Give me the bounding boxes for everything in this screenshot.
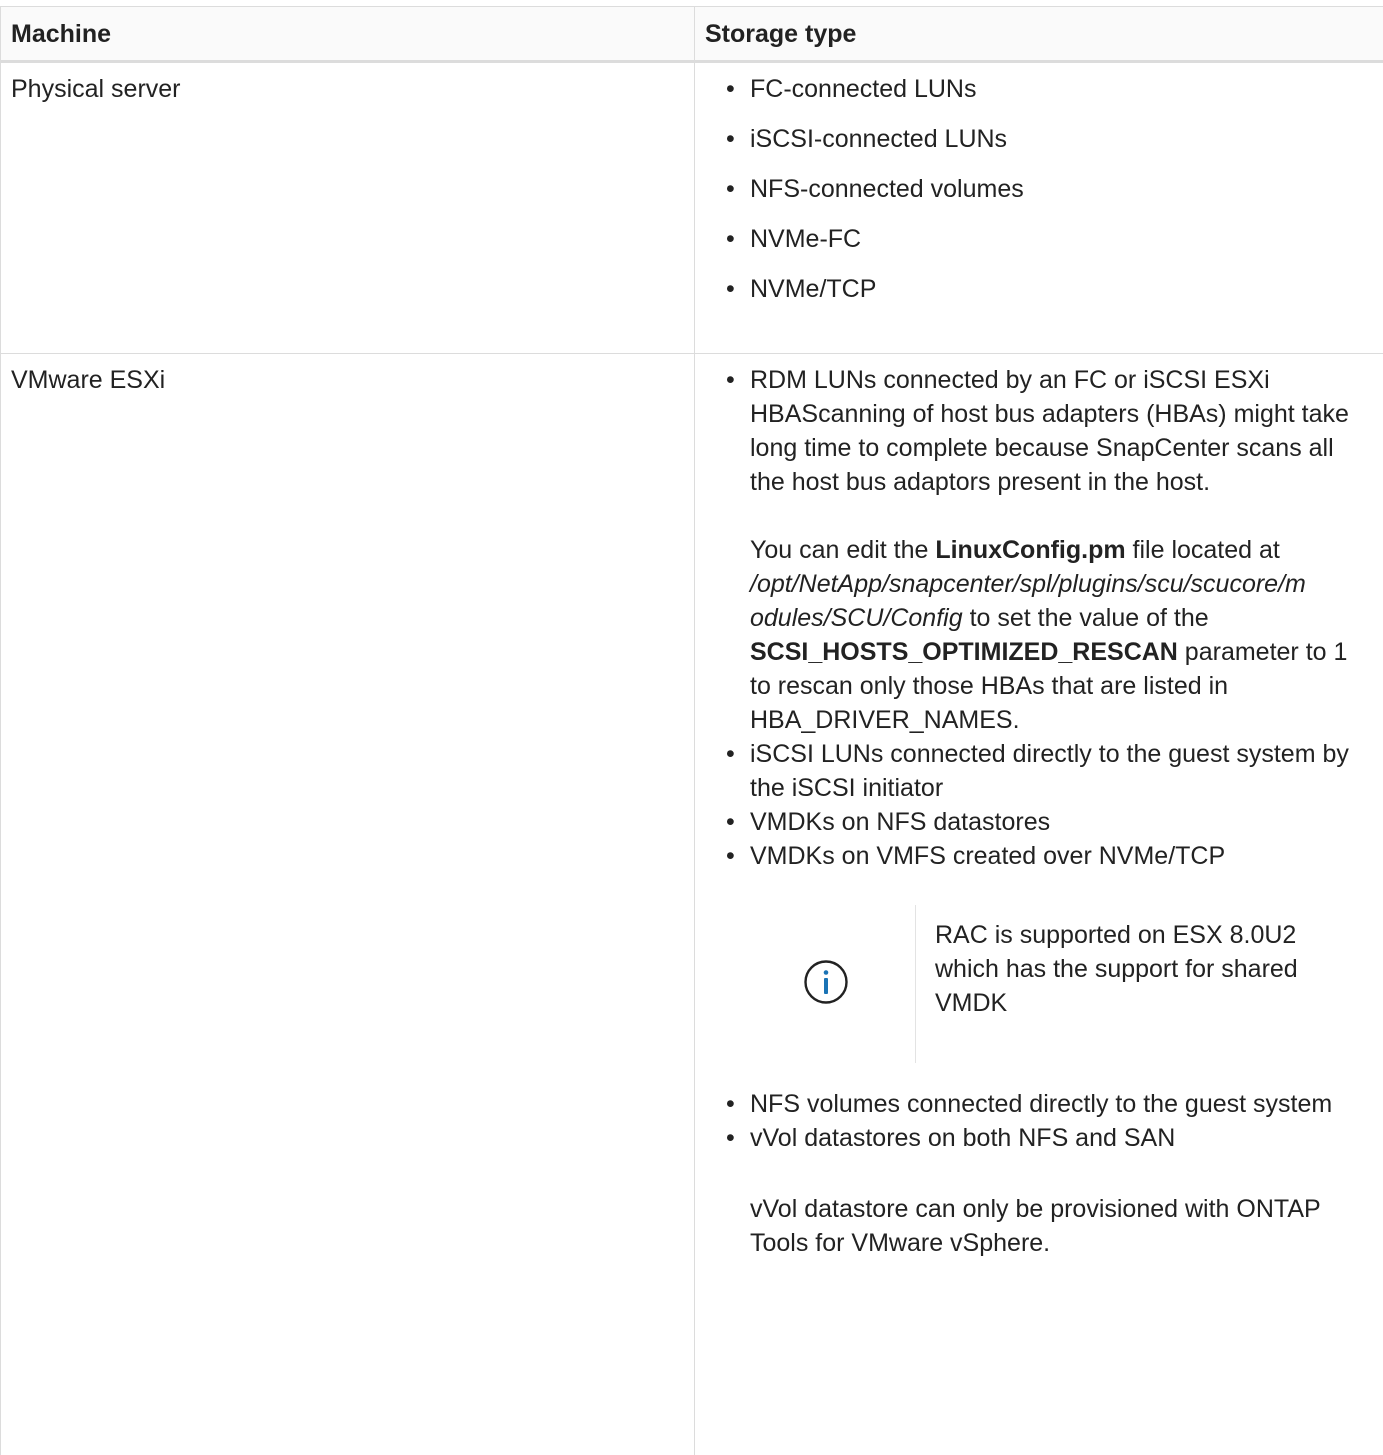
- list-item: •NFS volumes connected directly to the g…: [695, 1087, 1383, 1121]
- header-machine: Machine: [1, 7, 695, 62]
- note-divider: [915, 905, 916, 1063]
- list-item: • RDM LUNs connected by an FC or iSCSI E…: [695, 363, 1383, 737]
- list-item: •iSCSI-connected LUNs: [695, 122, 1383, 156]
- list-item: •VMDKs on NFS datastores: [695, 805, 1383, 839]
- storage-type-table: Machine Storage type Physical server •FC…: [0, 6, 1383, 1455]
- storage-list: • RDM LUNs connected by an FC or iSCSI E…: [695, 363, 1383, 873]
- storage-list: •NFS volumes connected directly to the g…: [695, 1087, 1383, 1260]
- machine-cell: VMware ESXi: [1, 354, 695, 1455]
- list-item: •NVMe-FC: [695, 222, 1383, 256]
- storage-list: •FC-connected LUNs •iSCSI-connected LUNs…: [695, 72, 1383, 306]
- storage-cell: •FC-connected LUNs •iSCSI-connected LUNs…: [695, 62, 1383, 354]
- info-admonition: RAC is supported on ESX 8.0U2 which has …: [750, 905, 1383, 1063]
- rdm-item-text: RDM LUNs connected by an FC or iSCSI ESX…: [750, 363, 1369, 499]
- list-item: •iSCSI LUNs connected directly to the gu…: [695, 737, 1383, 805]
- list-item: •FC-connected LUNs: [695, 72, 1383, 106]
- header-storage-type: Storage type: [695, 7, 1383, 62]
- list-item: •VMDKs on VMFS created over NVMe/TCP: [695, 839, 1383, 873]
- storage-cell: • RDM LUNs connected by an FC or iSCSI E…: [695, 354, 1383, 1455]
- info-icon: [803, 959, 849, 1005]
- table-row: Physical server •FC-connected LUNs •iSCS…: [1, 62, 1383, 354]
- list-item: • vVol datastores on both NFS and SAN vV…: [695, 1121, 1383, 1260]
- table-header-row: Machine Storage type: [1, 7, 1383, 62]
- edit-config-note: You can edit the LinuxConfig.pm file loc…: [750, 533, 1369, 737]
- machine-cell: Physical server: [1, 62, 695, 354]
- table-row: VMware ESXi • RDM LUNs connected by an F…: [1, 354, 1383, 1455]
- info-note-text: RAC is supported on ESX 8.0U2 which has …: [935, 918, 1355, 1020]
- config-file-name: LinuxConfig.pm: [935, 536, 1125, 564]
- param-name: SCSI_HOSTS_OPTIMIZED_RESCAN: [750, 638, 1178, 666]
- vvol-note: vVol datastore can only be provisioned w…: [750, 1192, 1369, 1260]
- list-item: •NFS-connected volumes: [695, 172, 1383, 206]
- list-item: •NVMe/TCP: [695, 272, 1383, 306]
